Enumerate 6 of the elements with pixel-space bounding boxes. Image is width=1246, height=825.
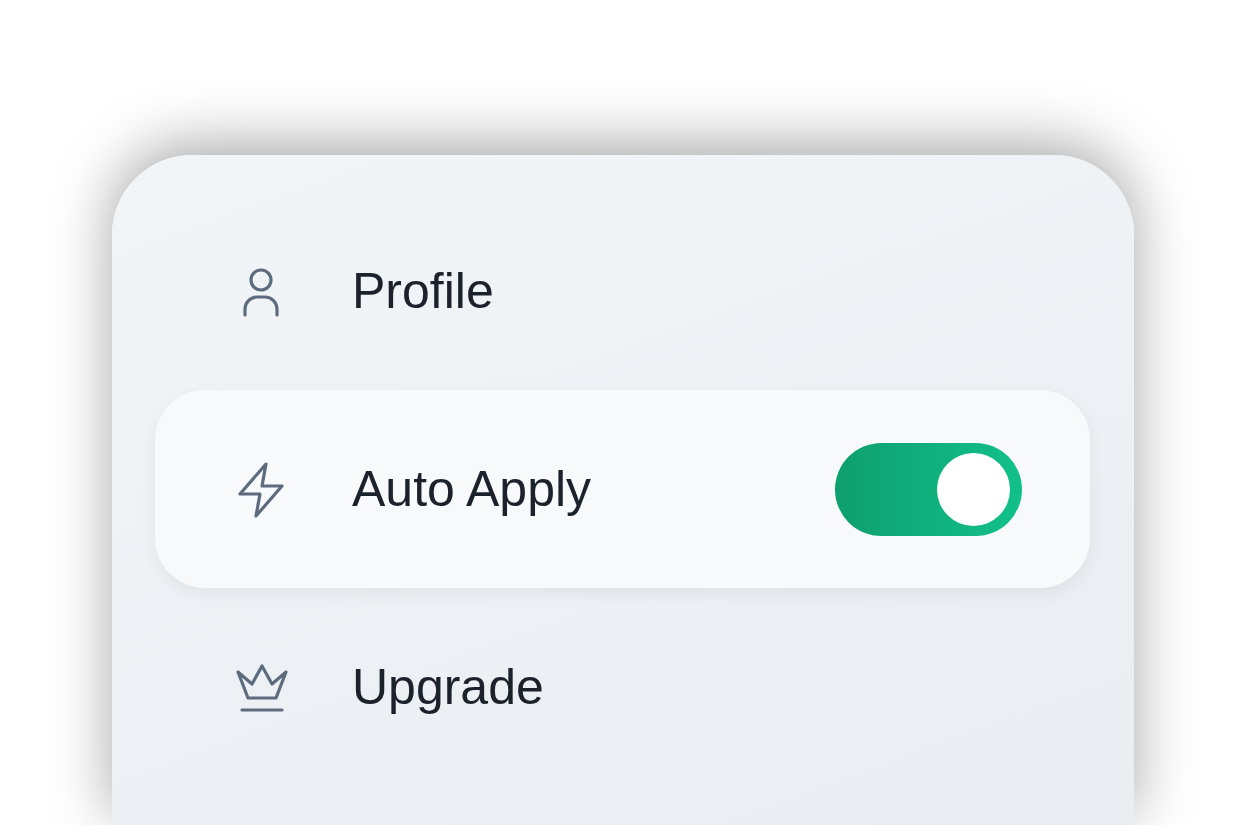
menu-label: Auto Apply	[352, 459, 593, 519]
menu-item[interactable]: Auto Apply	[155, 390, 1090, 588]
menu-label: Upgrade	[352, 657, 545, 717]
menu-item[interactable]: Upgrade	[155, 588, 1090, 786]
menu-label: Profile	[352, 261, 495, 321]
menu-item[interactable]: Profile	[155, 192, 1090, 390]
